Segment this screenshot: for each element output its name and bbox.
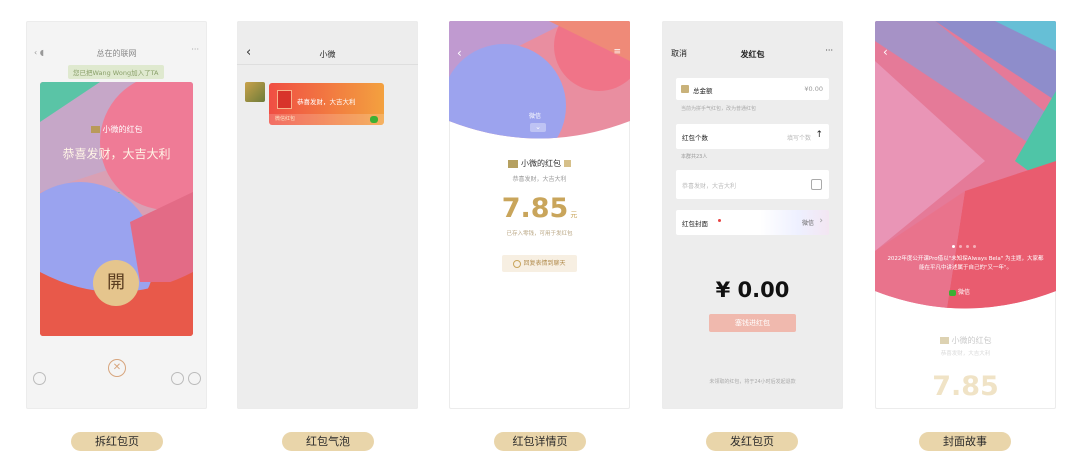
sticker-icon [513,259,522,268]
wechat-icon [370,116,378,123]
bubble-footer: 微信红包 [269,114,384,125]
avatar [245,82,265,102]
system-notice: 您已把Wang Wong加入了TA [68,65,164,79]
amount-unit: 元 [570,211,578,219]
total-label: 总金额 [693,87,713,95]
red-packet-bubble[interactable]: 恭喜发财，大吉大利 微信红包 [269,83,384,125]
back-icon[interactable]: ‹ [457,46,462,60]
caption-send-packet: 发红包页 [706,432,798,451]
message-field[interactable]: 恭喜发财，大吉大利 [676,170,829,199]
cover-tag: 微信 [529,113,542,120]
emoji-icon[interactable] [171,372,184,385]
sender-name: 小微的红包 [875,335,1056,346]
more-icon[interactable]: ≡ [613,47,621,57]
sender-avatar-icon [90,126,100,133]
back-icon[interactable]: ‹ [883,45,888,59]
reply-sticker-button[interactable]: 回复表情到聊天 [502,255,577,272]
phone-send-packet: 取消 发红包 ··· 总金额 ¥0.00 当前为拼手气红包，改为普通红包 红包个… [662,21,843,409]
sender-name: 小微的红包 [449,158,630,169]
caption-packet-detail: 红包详情页 [494,432,586,451]
packet-type-hint[interactable]: 当前为拼手气红包，改为普通红包 [681,105,756,112]
amount-value: 7.85 [932,371,999,402]
caption-open-packet: 拆红包页 [71,432,163,451]
bubble-text: 恭喜发财，大吉大利 [297,98,356,106]
more-button[interactable]: ··· [825,46,833,55]
group-info: 本群共23人 [681,154,708,160]
add-icon[interactable] [188,372,201,385]
phone-open-packet: ‹ ◖ 总在的联网 ··· 您已把Wang Wong加入了TA 小微的红包 恭喜… [26,21,207,409]
refund-note: 未领取的红包，将于24小时后发起退款 [709,379,796,385]
total-amount-field[interactable]: 总金额 ¥0.00 [676,78,829,100]
chat-title: 总在的联网 [96,49,137,58]
bubble-footer-label: 微信红包 [275,116,296,122]
expand-icon[interactable]: ⌄ [530,123,546,132]
chevron-right-icon: › [819,216,823,226]
phone-cover-story: ‹ 2022年度公开课Pro借以"未知探Always Bela" 为主题，大家都… [875,21,1056,409]
phone-packet-detail: ‹ ≡ 微信 ⌄ 小微的红包 恭喜发财，大吉大利 7.85 元 已存入零钱，可用于… [449,21,630,409]
message-input[interactable]: 恭喜发财，大吉大利 [682,181,736,190]
close-icon[interactable]: ✕ [108,359,126,377]
arrow-up-icon: ↑ [815,130,823,140]
page-title: 发红包 [740,50,765,59]
sender-avatar-icon [939,337,949,344]
story-text: 2022年度公开课Pro借以"未知探Always Bela" 为主题，大家都能在… [887,256,1044,271]
cover-value: 微信 [801,220,814,227]
cover-selector[interactable]: 红包封面 微信 › [676,210,829,235]
submit-button[interactable]: 塞钱进红包 [709,314,796,332]
more-icon[interactable]: ··· [191,45,199,54]
header-divider [237,64,418,65]
sender-avatar-icon [508,159,518,168]
total-value: ¥0.00 [804,85,823,93]
greeting-text: 恭喜发财，大吉大利 [940,351,991,357]
emoji-icon[interactable] [811,179,822,190]
phone-packet-bubble: ‹ 小微 恭喜发财，大吉大利 微信红包 [237,21,418,409]
amount-display: ¥ 0.00 [715,278,790,302]
count-field[interactable]: 红包个数 填写个数 ↑ [676,124,829,149]
count-input[interactable]: 填写个数 [787,133,811,142]
new-dot [718,219,721,222]
voice-icon[interactable] [33,372,46,385]
page-indicator [952,245,982,249]
tag-icon [564,160,571,167]
caption-cover-story: 封面故事 [919,432,1011,451]
chat-title: 小微 [319,50,336,59]
deposit-note[interactable]: 已存入零钱，可用于发红包 [449,229,630,237]
greeting-text: 恭喜发财，大吉大利 [512,176,567,183]
story-cover-art [875,21,1056,309]
open-button[interactable]: 開 [93,260,139,306]
amount-value: 7.85 [501,193,569,224]
coin-icon [681,85,689,93]
count-label: 红包个数 [682,134,708,142]
cover-label: 红包封面 [682,220,708,228]
indicator-dot [966,245,969,248]
packet-icon [277,90,292,109]
indicator-dot [959,245,962,248]
caption-packet-bubble: 红包气泡 [282,432,374,451]
indicator-dot [952,245,955,248]
wechat-icon [949,289,956,296]
red-packet-card: 小微的红包 恭喜发财，大吉大利 開 [40,82,193,336]
greeting-text: 恭喜发财，大吉大利 [62,147,171,161]
amount-row: 7.85 元 [449,193,630,224]
story-tag: 微信 [949,287,970,296]
sender-name: 小微的红包 [40,124,193,135]
indicator-dot [973,245,976,248]
